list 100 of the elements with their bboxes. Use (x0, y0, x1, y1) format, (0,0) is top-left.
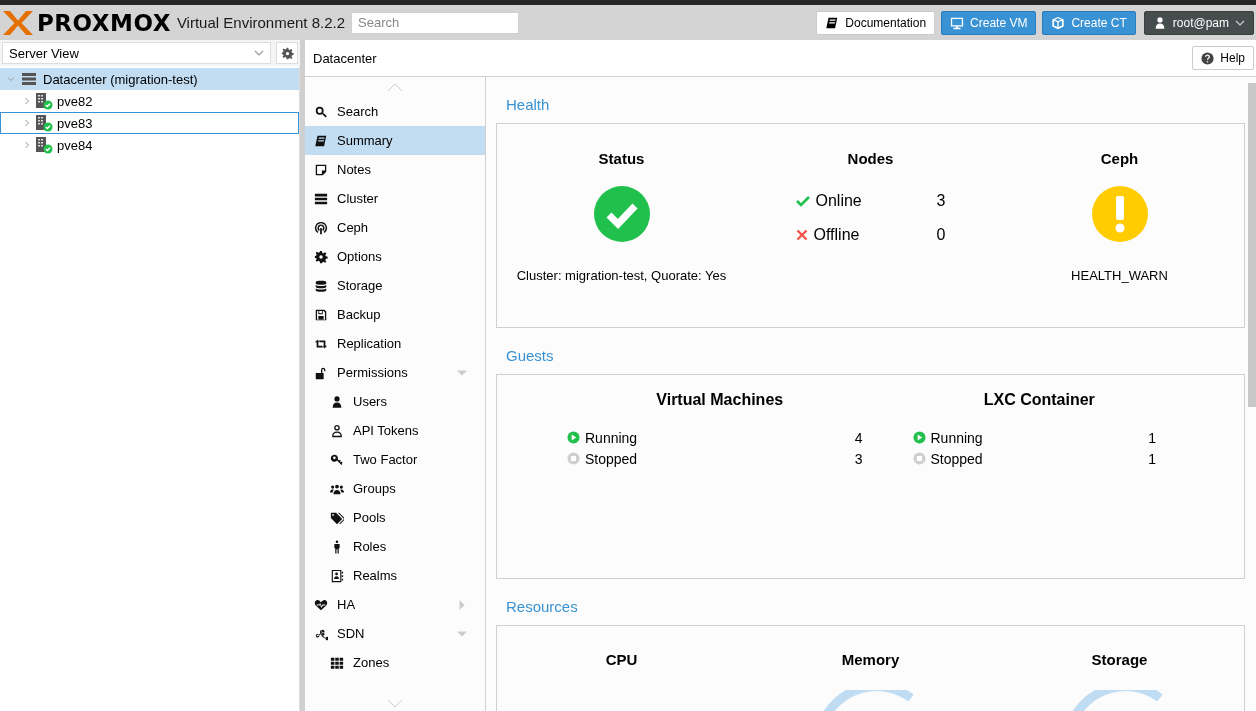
node-online-icon (35, 136, 53, 154)
guest-count: 1 (1148, 429, 1156, 446)
note-icon (314, 162, 328, 177)
cross-icon (795, 228, 808, 241)
section-title: Health (505, 95, 551, 115)
chevron-down-icon[interactable] (7, 75, 15, 83)
gear-icon (314, 249, 328, 264)
nav-item[interactable]: Backup (305, 300, 485, 329)
heartbeat-icon (314, 597, 328, 612)
monitor-icon (950, 15, 965, 30)
play-circle-icon (912, 431, 926, 444)
column-title: Nodes (847, 150, 894, 167)
guest-count: 3 (854, 450, 863, 467)
tags-icon (330, 510, 344, 525)
logo-x-icon (3, 10, 33, 35)
column-title: Ceph (1100, 150, 1139, 167)
cube-icon (1051, 15, 1066, 30)
nav-item[interactable]: Two Factor (305, 445, 485, 474)
check-circle-icon (593, 186, 650, 242)
nav-item[interactable]: Pools (305, 503, 485, 532)
header-button[interactable]: Documentation (816, 10, 936, 35)
stop-circle-icon (567, 452, 580, 465)
unlocked-padlock-icon (314, 365, 328, 380)
database-icon (314, 278, 328, 293)
product-version: Virtual Environment 8.2.2 (176, 14, 346, 31)
book-icon (825, 15, 840, 30)
nav-item[interactable]: Ceph (305, 213, 485, 242)
nav-item[interactable]: API Tokens (305, 416, 485, 445)
chevron-down-icon (254, 50, 264, 56)
node-state-label: Offline (813, 225, 861, 244)
nav-item[interactable]: Zones (305, 648, 485, 677)
node-state-label: Online (815, 191, 863, 210)
stop-circle-icon (912, 452, 926, 465)
panel-title: Datacenter (313, 50, 377, 66)
guest-count: 4 (854, 429, 863, 446)
logo-wordmark: PROXMOX (37, 9, 171, 36)
column-title: Status (598, 150, 645, 167)
signal-rings-icon (314, 220, 328, 235)
column-title: LXC Container (983, 391, 1095, 409)
nav-item[interactable]: Users (305, 387, 485, 416)
nav-item[interactable]: Replication (305, 329, 485, 358)
column-title: Virtual Machines (656, 391, 784, 409)
settings-button[interactable] (276, 42, 298, 64)
guest-state-label: Stopped (930, 450, 984, 467)
scroll-down-icon[interactable] (387, 699, 403, 708)
column-title: CPU (605, 651, 638, 668)
nav-item[interactable]: Realms (305, 561, 485, 590)
help-button[interactable]: Help (1192, 46, 1254, 70)
nav-item[interactable]: Search (305, 97, 485, 126)
nav-item[interactable]: Storage (305, 271, 485, 300)
tree-item[interactable]: Datacenter (migration-test) (0, 68, 299, 90)
user-outline-icon (330, 423, 344, 438)
view-selector[interactable]: Server View (2, 42, 271, 64)
nav-item[interactable]: Summary (305, 126, 485, 155)
guest-state-label: Running (930, 429, 984, 446)
node-online-icon (35, 114, 53, 132)
address-book-icon (330, 568, 344, 583)
nav-item[interactable]: Roles (305, 532, 485, 561)
node-count: 0 (936, 225, 946, 244)
column-title: Memory (841, 651, 900, 668)
book-icon (314, 133, 328, 148)
node-online-icon (35, 92, 53, 110)
help-icon (1201, 51, 1215, 65)
section-title: Resources (505, 597, 579, 617)
nav-item[interactable]: HA (305, 590, 485, 619)
nav-item[interactable]: Options (305, 242, 485, 271)
tree-item[interactable]: pve84 (0, 134, 299, 156)
ceph-status-text: HEALTH_WARN (1071, 268, 1168, 283)
guest-state-label: Stopped (585, 450, 639, 467)
scrollbar-thumb[interactable] (1248, 83, 1256, 407)
section-title: Guests (505, 346, 555, 366)
node-count: 3 (936, 191, 946, 210)
chevron-right-icon[interactable] (23, 119, 31, 127)
nav-item[interactable]: Groups (305, 474, 485, 503)
chevron-down-icon (1235, 19, 1245, 26)
server-stack-icon (314, 191, 328, 206)
column-title: Storage (1091, 651, 1148, 668)
play-circle-icon (567, 431, 580, 444)
caret-right-icon[interactable] (457, 599, 467, 610)
nav-item[interactable]: Notes (305, 155, 485, 184)
search-field[interactable]: Search (351, 11, 520, 34)
nav-item[interactable]: Cluster (305, 184, 485, 213)
key-icon (330, 452, 344, 467)
cluster-status-text: Cluster: migration-test, Quorate: Yes (516, 268, 727, 283)
user-menu-button[interactable]: root@pam (1143, 10, 1254, 35)
tree-item[interactable]: pve83 (0, 112, 299, 134)
search-icon (314, 104, 328, 119)
grid-icon (330, 655, 344, 670)
scroll-up-icon[interactable] (387, 83, 403, 92)
user-icon (330, 394, 344, 409)
warning-circle-icon (1091, 186, 1148, 242)
chevron-right-icon[interactable] (23, 141, 31, 149)
guest-count: 1 (1148, 450, 1156, 467)
tree-item[interactable]: pve82 (0, 90, 299, 112)
nav-item[interactable]: Permissions (305, 358, 485, 387)
guest-state-label: Running (585, 429, 639, 446)
check-icon (795, 194, 810, 207)
gear-icon (280, 46, 294, 60)
chevron-right-icon[interactable] (23, 97, 31, 105)
nav-item[interactable]: SDN (305, 619, 485, 648)
